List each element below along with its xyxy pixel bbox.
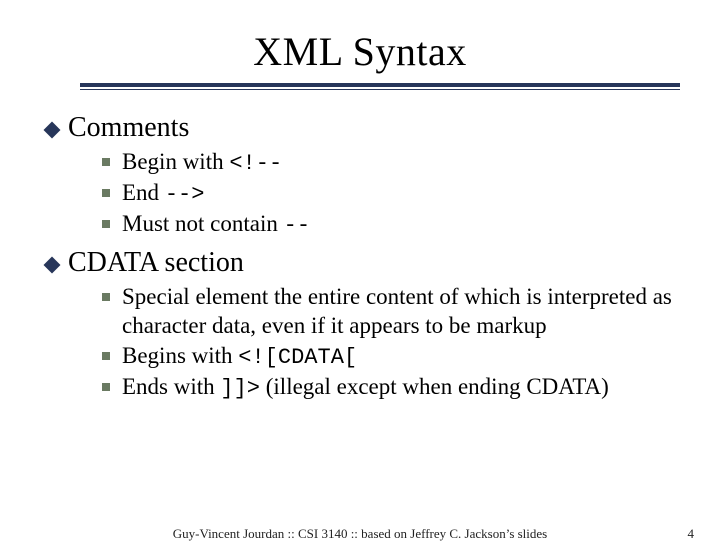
- diamond-icon: [44, 122, 61, 139]
- square-icon: [102, 383, 110, 391]
- bullet-comments: Comments: [46, 112, 680, 144]
- slide: XML Syntax Comments Begin with <!-- End …: [0, 0, 720, 540]
- list-item: End -->: [102, 179, 680, 209]
- list-item: Special element the entire content of wh…: [102, 283, 680, 341]
- list-item-text: Ends with ]]> (illegal except when endin…: [122, 373, 609, 403]
- rule-thin: [80, 89, 680, 90]
- list-item-text: Begins with <![CDATA[: [122, 342, 357, 372]
- title-wrap: XML Syntax: [40, 28, 680, 75]
- list-item: Must not contain --: [102, 210, 680, 240]
- square-icon: [102, 352, 110, 360]
- list-item: Begin with <!--: [102, 148, 680, 178]
- square-icon: [102, 293, 110, 301]
- bullet-heading: CDATA section: [68, 247, 244, 279]
- list-item-text: End -->: [122, 179, 204, 209]
- bullet-heading: Comments: [68, 112, 189, 144]
- square-icon: [102, 158, 110, 166]
- title-underline: [40, 83, 680, 90]
- rule-thick: [80, 83, 680, 87]
- list-item-text: Special element the entire content of wh…: [122, 283, 680, 341]
- slide-title: XML Syntax: [40, 28, 680, 75]
- diamond-icon: [44, 257, 61, 274]
- list-item-text: Must not contain --: [122, 210, 310, 240]
- square-icon: [102, 220, 110, 228]
- list-item: Ends with ]]> (illegal except when endin…: [102, 373, 680, 403]
- content: Comments Begin with <!-- End --> Must no…: [40, 112, 680, 403]
- sublist-cdata: Special element the entire content of wh…: [46, 283, 680, 403]
- list-item: Begins with <![CDATA[: [102, 342, 680, 372]
- bullet-cdata: CDATA section: [46, 247, 680, 279]
- sublist-comments: Begin with <!-- End --> Must not contain…: [46, 148, 680, 239]
- square-icon: [102, 189, 110, 197]
- list-item-text: Begin with <!--: [122, 148, 282, 178]
